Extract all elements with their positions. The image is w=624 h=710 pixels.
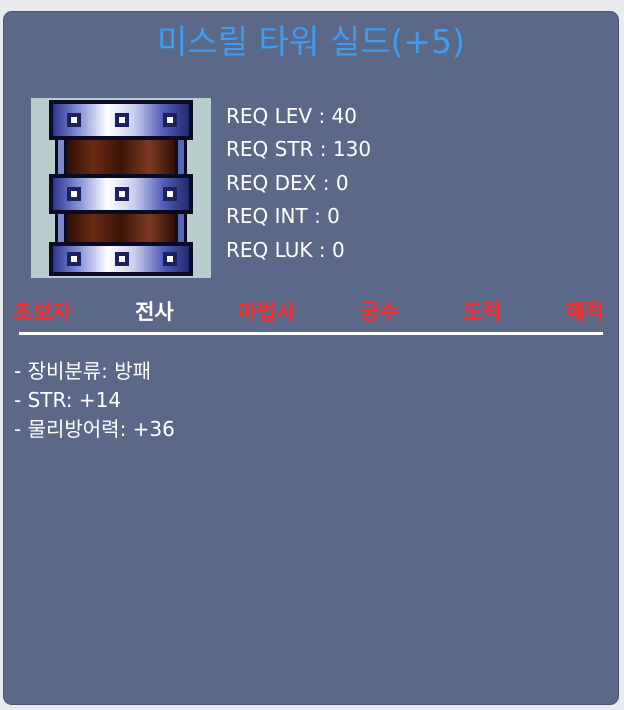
stat-defense: - 물리방어력: +36 <box>14 417 175 441</box>
job-pirate: 해적 <box>565 300 604 324</box>
item-icon-frame <box>31 98 211 278</box>
item-stats-list: - 장비분류: 방패 - STR: +14 - 물리방어력: +36 <box>14 357 175 444</box>
divider <box>19 332 603 335</box>
stat-str: - STR: +14 <box>14 388 122 412</box>
job-list: 초보자 전사 마법사 궁수 도적 해적 <box>13 294 604 328</box>
job-beginner: 초보자 <box>13 300 71 324</box>
item-name: 미스릴 타워 실드(+5) <box>157 22 465 61</box>
stat-category: - 장비분류: 방패 <box>14 359 152 383</box>
req-str: REQ STR : 130 <box>226 137 372 162</box>
item-tooltip-panel: 미스릴 타워 실드(+5) REQ LEV: 40 REQ STR: 130… <box>3 11 619 705</box>
req-int: REQ INT : 0 <box>226 204 340 229</box>
job-archer: 궁수 <box>359 300 399 324</box>
job-thief: 도적 <box>462 300 502 324</box>
req-level: REQ LEV : 40 <box>226 104 357 128</box>
req-dex: REQ DEX : 0 <box>226 170 349 195</box>
mithril-tower-shield-icon <box>49 100 193 276</box>
job-warrior: 전사 <box>135 300 174 324</box>
job-magician: 마법사 <box>237 300 296 324</box>
req-luk: REQ LUK : 0 <box>226 237 345 262</box>
requirements-list: REQ LEV : 40 REQ STR : 130 REQ DEX : 0 R… <box>226 100 371 267</box>
